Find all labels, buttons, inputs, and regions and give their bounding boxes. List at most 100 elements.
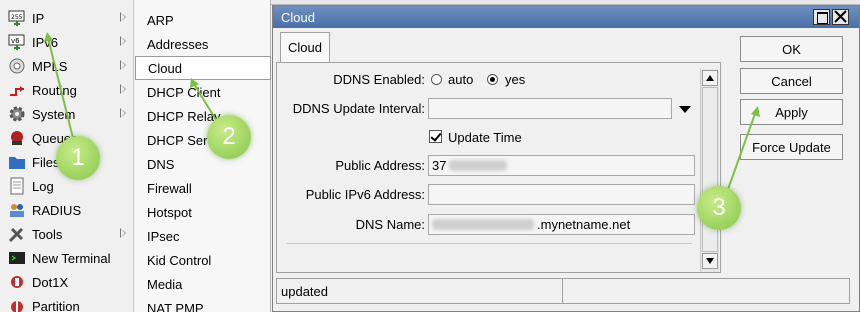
public-ipv6-field[interactable] bbox=[428, 184, 695, 205]
arrow-down-icon bbox=[706, 258, 714, 264]
chevron-down-icon[interactable] bbox=[679, 106, 691, 113]
menu-item-label: New Terminal bbox=[32, 250, 111, 266]
ddns-interval-input[interactable] bbox=[428, 98, 672, 119]
dns-name-field[interactable]: .mynetname.net bbox=[428, 214, 695, 235]
menu-item-label: RADIUS bbox=[32, 202, 82, 218]
ddns-auto-radio[interactable] bbox=[431, 74, 442, 85]
svg-text:v6: v6 bbox=[11, 37, 20, 45]
close-icon bbox=[834, 10, 847, 23]
callout-3: 3 bbox=[697, 186, 741, 230]
submenu-item-dhcp-client[interactable]: DHCP Client bbox=[135, 80, 271, 104]
apply-button[interactable]: Apply bbox=[740, 99, 843, 125]
menu-item-new-terminal[interactable]: New Terminal bbox=[0, 246, 134, 270]
mpls-icon bbox=[8, 57, 26, 75]
ip-icon: 255 bbox=[8, 9, 26, 27]
chevron-right-icon bbox=[120, 60, 126, 70]
dns-name-suffix: .mynetname.net bbox=[537, 217, 631, 232]
routing-icon bbox=[8, 81, 26, 99]
menu-item-tools[interactable]: Tools bbox=[0, 222, 134, 246]
cancel-button[interactable]: Cancel bbox=[740, 68, 843, 94]
tools-icon bbox=[8, 225, 26, 243]
separator-line bbox=[287, 243, 692, 244]
ddns-yes-radio[interactable] bbox=[487, 74, 498, 85]
menu-item-system[interactable]: System bbox=[0, 102, 134, 126]
terminal-icon bbox=[8, 249, 26, 267]
submenu-item-addresses[interactable]: Addresses bbox=[135, 32, 271, 56]
chevron-right-icon bbox=[120, 108, 126, 118]
public-address-field[interactable]: 37 bbox=[428, 155, 695, 176]
menu-item-label: Dot1X bbox=[32, 274, 69, 290]
public-address-label: Public Address: bbox=[335, 158, 425, 173]
ok-button[interactable]: OK bbox=[740, 36, 843, 62]
force-update-button[interactable]: Force Update bbox=[740, 134, 843, 160]
menu-item-routing[interactable]: Routing bbox=[0, 78, 134, 102]
dns-name-label: DNS Name: bbox=[355, 217, 425, 232]
close-button[interactable] bbox=[832, 9, 849, 25]
submenu-item-media[interactable]: Media bbox=[135, 272, 271, 296]
callout-1: 1 bbox=[56, 136, 100, 180]
submenu-item-firewall[interactable]: Firewall bbox=[135, 176, 271, 200]
submenu-item-kid-control[interactable]: Kid Control bbox=[135, 248, 271, 272]
menu-item-mpls[interactable]: MPLS bbox=[0, 54, 134, 78]
submenu-item-nat-pmp[interactable]: NAT PMP bbox=[135, 296, 271, 312]
scroll-up-button[interactable] bbox=[702, 70, 718, 86]
redacted-text bbox=[432, 219, 534, 230]
chevron-right-icon bbox=[120, 36, 126, 46]
log-icon bbox=[8, 177, 26, 195]
submenu-item-hotspot[interactable]: Hotspot bbox=[135, 200, 271, 224]
dot1x-icon bbox=[8, 273, 26, 291]
submenu-item-arp[interactable]: ARP bbox=[135, 8, 271, 32]
menu-item-label: System bbox=[32, 106, 76, 122]
vertical-scrollbar[interactable] bbox=[700, 69, 719, 272]
submenu-item-ipsec[interactable]: IPsec bbox=[135, 224, 271, 248]
gear-icon bbox=[8, 105, 26, 123]
submenu-item-cloud[interactable]: Cloud bbox=[135, 56, 271, 80]
dialog-titlebar[interactable]: Cloud bbox=[273, 6, 859, 28]
chevron-right-icon bbox=[120, 84, 126, 94]
scroll-down-button[interactable] bbox=[702, 253, 718, 269]
queues-icon bbox=[8, 129, 26, 147]
submenu-item-dhcp-relay[interactable]: DHCP Relay bbox=[135, 104, 271, 128]
menu-item-radius[interactable]: RADIUS bbox=[0, 198, 134, 222]
menu-item-dot1x[interactable]: Dot1X bbox=[0, 270, 134, 294]
menu-item-ipv6[interactable]: v6 IPv6 bbox=[0, 30, 134, 54]
settings-panel: DDNS Enabled: DDNS Update Interval: Publ… bbox=[276, 62, 721, 273]
chevron-right-icon bbox=[120, 228, 126, 238]
radius-icon bbox=[8, 201, 26, 219]
cloud-dialog: Cloud Cloud DDNS Enabled: DDNS Update In… bbox=[272, 5, 860, 312]
svg-text:255: 255 bbox=[11, 14, 23, 21]
status-divider bbox=[562, 279, 563, 303]
update-time-checkbox[interactable] bbox=[429, 130, 442, 143]
callout-2: 2 bbox=[207, 115, 251, 159]
ddns-enabled-label: DDNS Enabled: bbox=[333, 72, 425, 87]
chevron-right-icon bbox=[120, 12, 126, 22]
ip-submenu: ARP Addresses Cloud DHCP Client DHCP Rel… bbox=[135, 0, 271, 312]
maximize-button[interactable] bbox=[813, 9, 830, 25]
ipv6-icon: v6 bbox=[8, 33, 26, 51]
redacted-text bbox=[449, 160, 508, 171]
ddns-interval-label: DDNS Update Interval: bbox=[292, 101, 425, 116]
menu-item-label: IP bbox=[32, 10, 45, 26]
folder-icon bbox=[8, 153, 26, 171]
dialog-title: Cloud bbox=[281, 9, 315, 25]
status-bar: updated bbox=[276, 278, 850, 304]
tab-row: Cloud bbox=[280, 32, 730, 62]
menu-item-label: IPv6 bbox=[32, 34, 59, 50]
menu-item-label: Partition bbox=[32, 298, 80, 312]
tab-cloud[interactable]: Cloud bbox=[280, 32, 330, 62]
status-text: updated bbox=[281, 284, 328, 299]
arrow-up-icon bbox=[706, 75, 714, 81]
menu-item-label: MPLS bbox=[32, 58, 68, 74]
menu-item-label: Log bbox=[32, 178, 54, 194]
menu-item-label: Tools bbox=[32, 226, 63, 242]
menu-item-ip[interactable]: 255 IP bbox=[0, 6, 134, 30]
partition-icon bbox=[8, 297, 26, 312]
public-address-value: 37 bbox=[432, 158, 447, 173]
update-time-label: Update Time bbox=[448, 130, 522, 145]
ddns-auto-label: auto bbox=[448, 72, 474, 87]
menu-item-partition[interactable]: Partition bbox=[0, 294, 134, 312]
menu-item-label: Routing bbox=[32, 82, 77, 98]
submenu-item-dns[interactable]: DNS bbox=[135, 152, 271, 176]
ddns-yes-label: yes bbox=[505, 72, 526, 87]
public-ipv6-label: Public IPv6 Address: bbox=[305, 187, 425, 202]
